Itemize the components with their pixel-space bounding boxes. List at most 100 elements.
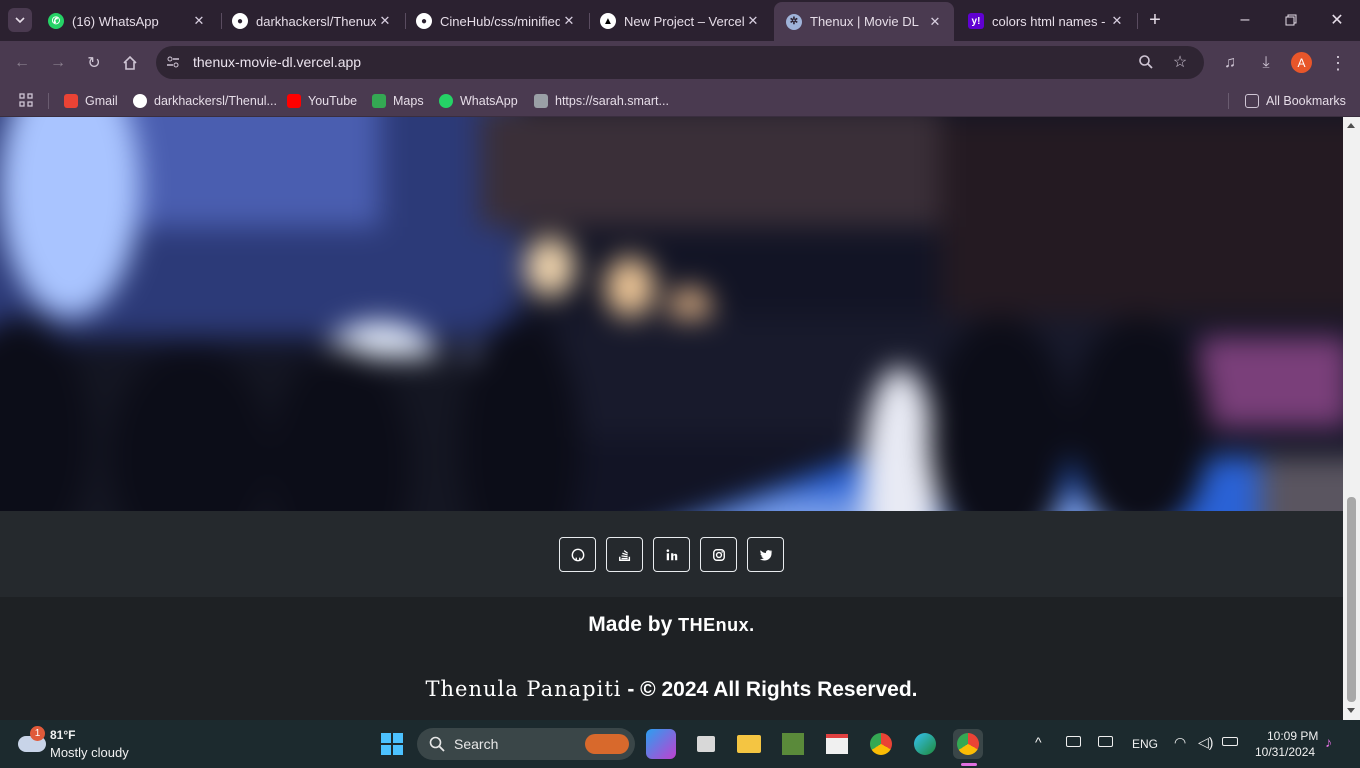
clock-time[interactable]: 10:09 PM [1267,729,1318,743]
windows-icon [381,733,403,755]
instagram-link-button[interactable] [700,537,737,572]
weather-widget[interactable]: 1 81°F Mostly cloudy [14,726,144,762]
edge-icon [914,733,936,755]
chevron-up-icon[interactable]: ^ [1035,734,1042,750]
taskbar-search[interactable]: Search [417,728,635,760]
all-bookmarks[interactable]: All Bookmarks [1245,92,1346,110]
bookmark-maps[interactable]: Maps [372,92,424,110]
tab-strip: ✆ (16) WhatsApp ✕ ● darkhackersl/Thenux … [0,0,1360,41]
close-icon[interactable]: ✕ [376,13,394,29]
close-window-button[interactable]: ✕ [1325,8,1349,32]
chrome-icon [957,733,979,755]
tab-search-button[interactable] [8,8,32,32]
weather-badge: 1 [30,726,45,741]
maps-icon [372,94,386,108]
close-icon[interactable]: ✕ [1108,13,1126,29]
tab-title: CineHub/css/minified [440,13,560,29]
wifi-icon[interactable]: ◠ [1174,734,1186,751]
bookmark-whatsapp[interactable]: WhatsApp [439,92,518,110]
site-info-icon[interactable] [161,50,185,74]
tablet-icon[interactable] [1098,736,1113,747]
close-icon[interactable]: ✕ [190,13,208,29]
blurred-crowd-image [0,117,1343,511]
bookmark-gmail[interactable]: Gmail [64,92,118,110]
vercel-icon: ▲ [600,13,616,29]
file-explorer-app[interactable] [734,729,764,759]
made-by-text: Made by THEnux. [588,613,755,636]
new-tab-button[interactable]: + [1143,8,1167,32]
instagram-icon [712,548,725,561]
chrome-icon [870,733,892,755]
page-scrollbar[interactable] [1343,117,1360,720]
tab-title: darkhackersl/Thenux [256,13,376,29]
microsoft-store-app[interactable] [822,729,852,759]
volume-icon[interactable]: ◁) [1198,734,1213,751]
zoom-icon[interactable] [1134,50,1158,74]
whatsapp-icon [439,94,453,108]
linkedin-link-button[interactable] [653,537,690,572]
tab-github-thenux[interactable]: ● darkhackersl/Thenux ✕ [220,6,404,36]
download-icon[interactable]: ⤓ [1254,51,1278,75]
github-icon: ● [232,13,248,29]
tab-title: Thenux | Movie DL [810,14,919,29]
chrome-app[interactable] [866,729,896,759]
windows-taskbar: 1 81°F Mostly cloudy Search ^ ENG ◠ ◁) 1… [0,720,1360,768]
battery-icon[interactable] [1222,737,1238,746]
stackexchange-link-button[interactable] [606,537,643,572]
tab-title: (16) WhatsApp [72,13,159,29]
minimize-button[interactable]: – [1233,8,1257,32]
chrome-profile-app[interactable] [953,729,983,759]
github-icon: ● [416,13,432,29]
tab-thenux-movie-dl[interactable]: ✲ Thenux | Movie DL ✕ [774,2,954,41]
github-link-button[interactable] [559,537,596,572]
close-icon[interactable]: ✕ [926,14,944,30]
back-button[interactable]: ← [10,51,34,75]
start-button[interactable] [377,729,407,759]
profile-avatar[interactable]: A [1291,52,1312,73]
media-controls-icon[interactable]: ♫ [1218,51,1242,75]
bookmark-youtube[interactable]: YouTube [287,92,357,110]
restore-button[interactable] [1279,8,1303,32]
bookmark-star-icon[interactable]: ☆ [1168,50,1192,74]
minecraft-app[interactable] [778,729,808,759]
restore-icon [1285,14,1297,26]
scroll-up-arrow[interactable] [1347,123,1355,128]
menu-icon[interactable]: ⋮ [1326,51,1350,75]
github-icon [133,94,147,108]
reload-button[interactable]: ↻ [82,51,106,75]
url-text[interactable]: thenux-movie-dl.vercel.app [193,54,361,70]
home-icon [123,55,137,70]
language-indicator[interactable]: ENG [1132,737,1158,751]
keyboard-icon[interactable] [1066,736,1081,747]
scrollbar-thumb[interactable] [1347,497,1356,702]
twitter-icon [759,549,772,561]
scroll-down-arrow[interactable] [1347,708,1355,713]
home-button[interactable] [118,51,142,75]
edge-app[interactable] [910,729,940,759]
tab-vercel[interactable]: ▲ New Project – Vercel ✕ [588,6,772,36]
forward-button[interactable]: → [46,51,70,75]
address-bar[interactable]: thenux-movie-dl.vercel.app ☆ [156,46,1204,79]
search-icon [429,736,445,752]
bookmark-github[interactable]: darkhackersl/Thenul... [133,92,277,110]
tab-title: colors html names - Y [992,13,1108,29]
copyright-text: Thenula Panapiti - © 2024 All Rights Res… [425,677,918,701]
copilot-app[interactable] [646,729,676,759]
close-icon[interactable]: ✕ [744,13,762,29]
close-icon[interactable]: ✕ [560,13,578,29]
tab-whatsapp[interactable]: ✆ (16) WhatsApp ✕ [36,6,218,36]
bookmark-sarah[interactable]: https://sarah.smart... [534,92,669,110]
clock-date[interactable]: 10/31/2024 [1255,745,1315,759]
youtube-icon [287,94,301,108]
apps-grid-icon[interactable] [14,88,38,112]
twitter-link-button[interactable] [747,537,784,572]
tab-yahoo[interactable]: y! colors html names - Y ✕ [956,6,1136,36]
notification-bell-icon[interactable]: ♪ [1325,734,1332,750]
task-view-app[interactable] [691,729,721,759]
minecraft-icon [782,733,804,755]
gmail-icon [64,94,78,108]
folder-icon [737,735,761,753]
tab-github-cinehub[interactable]: ● CineHub/css/minified ✕ [404,6,588,36]
bookmarks-bar: Gmail darkhackersl/Thenul... YouTube Map… [0,84,1360,117]
github-icon [571,548,584,561]
